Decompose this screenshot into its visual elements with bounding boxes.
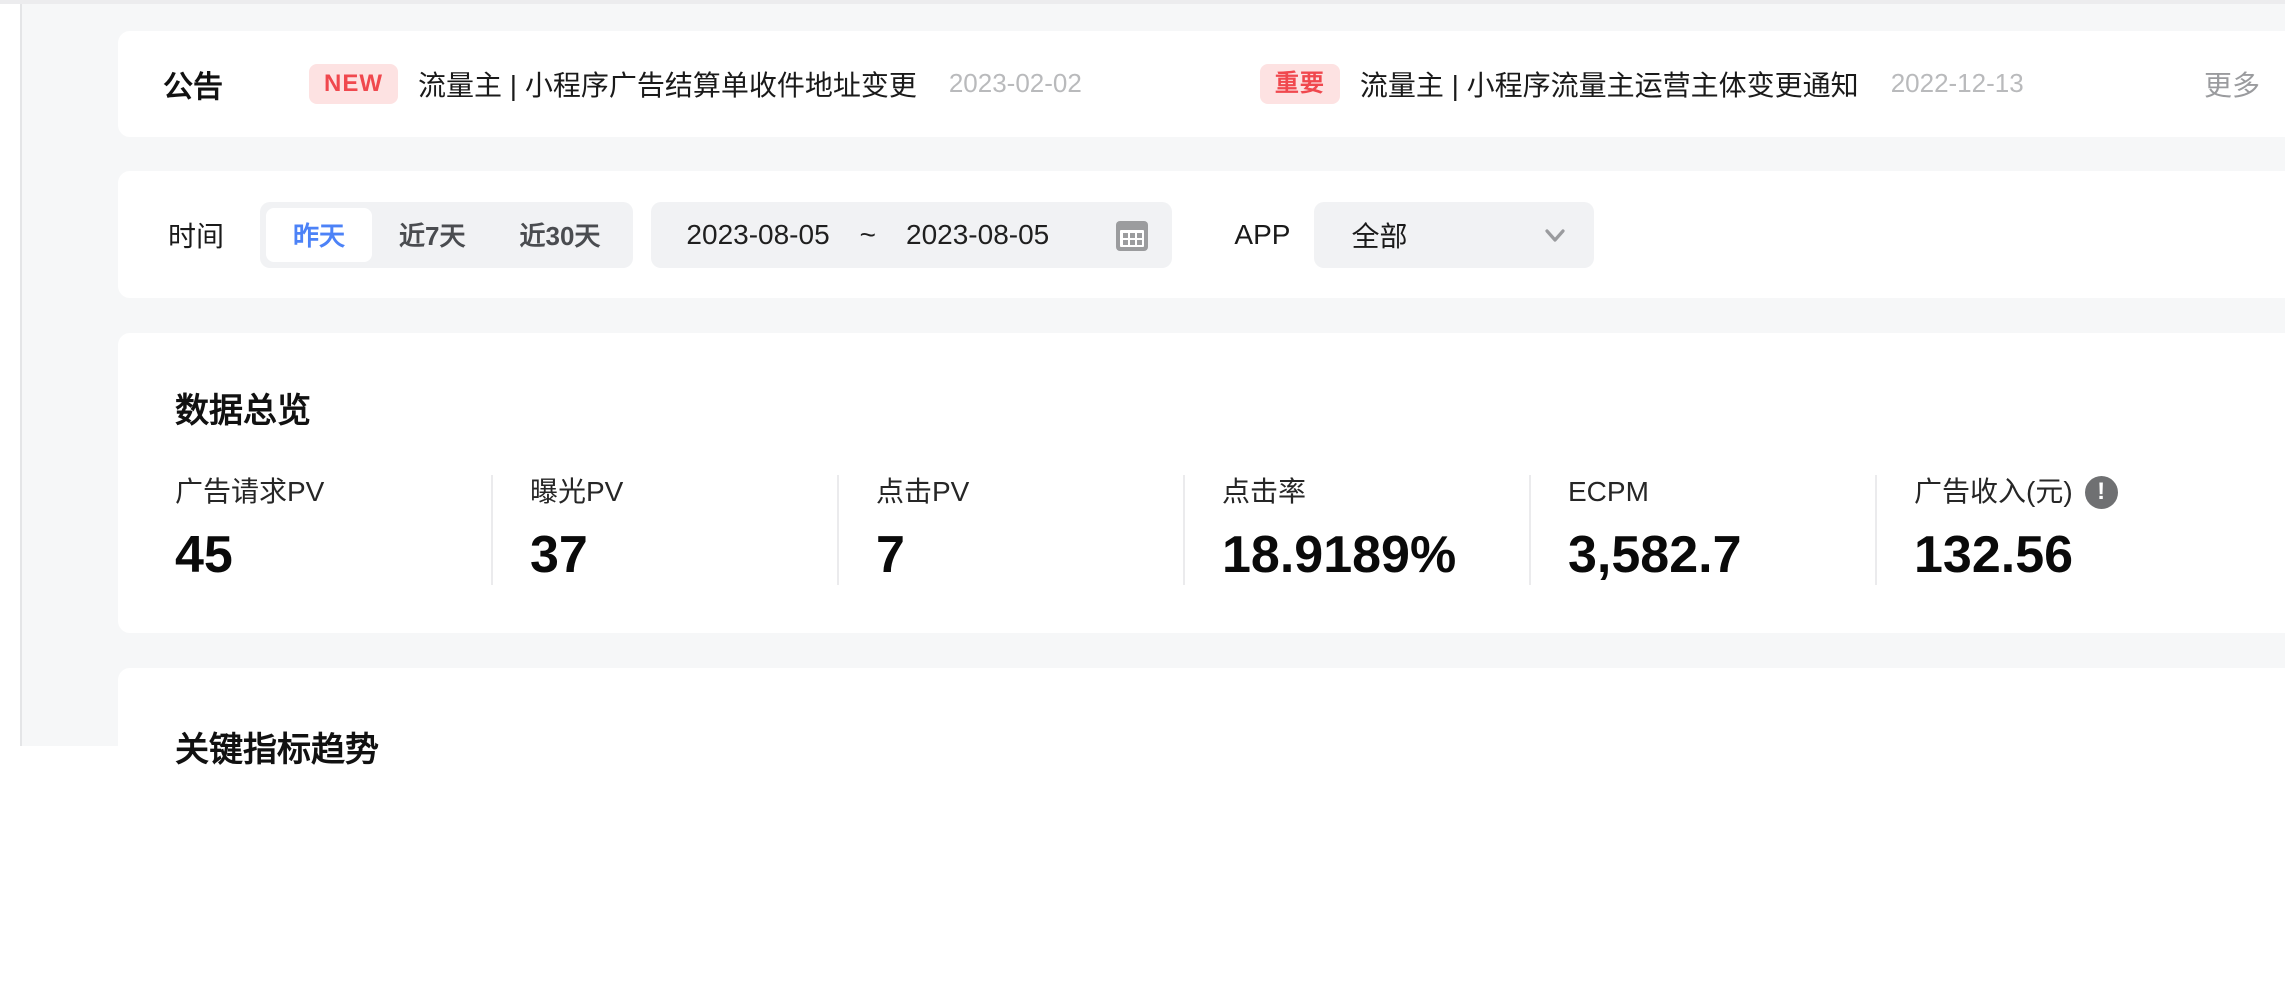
new-badge: NEW (309, 64, 398, 104)
announcement-item[interactable]: 重要 流量主 | 小程序流量主运营主体变更通知 2022-12-13 (1260, 64, 2024, 104)
important-badge: 重要 (1260, 64, 1340, 104)
metric-ad-revenue: 广告收入(元) ! 132.56 (1875, 475, 2118, 585)
metric-label: 广告收入(元) ! (1914, 475, 2118, 509)
announcement-date: 2022-12-13 (1891, 68, 2024, 99)
metric-ad-request-pv: 广告请求PV 45 (175, 475, 491, 585)
metric-label: 点击PV (876, 475, 1183, 509)
app-select-dropdown[interactable]: 全部 (1314, 202, 1594, 268)
time-filter-label: 时间 (168, 215, 224, 255)
metric-value: 18.9189% (1222, 525, 1529, 585)
date-start-value[interactable]: 2023-08-05 (686, 219, 829, 251)
app-filter-label: APP (1234, 219, 1290, 251)
metric-label: 曝光PV (530, 475, 837, 509)
top-divider (0, 0, 2285, 4)
metric-click-rate: 点击率 18.9189% (1183, 475, 1529, 585)
date-range-separator: ~ (860, 219, 876, 251)
more-announcements-link[interactable]: 更多 (2204, 64, 2260, 104)
overview-section-title: 数据总览 (175, 389, 2285, 433)
filter-bar: 时间 昨天 近7天 近30天 2023-08-05 ~ 2023-08-05 A… (118, 171, 2285, 298)
announcement-link[interactable]: 流量主 | 小程序广告结算单收件地址变更 (418, 64, 917, 104)
info-icon[interactable]: ! (2085, 476, 2118, 509)
range-7days-button[interactable]: 近7天 (372, 208, 492, 262)
metric-label: 点击率 (1222, 475, 1529, 509)
metric-label: ECPM (1568, 475, 1875, 509)
range-30days-button[interactable]: 近30天 (493, 208, 628, 262)
calendar-icon[interactable] (1114, 217, 1150, 253)
metric-value: 45 (175, 525, 491, 585)
metric-value: 7 (876, 525, 1183, 585)
app-select-value: 全部 (1351, 215, 1407, 255)
metric-click-pv: 点击PV 7 (837, 475, 1183, 585)
range-yesterday-button[interactable]: 昨天 (266, 208, 372, 262)
metrics-row: 广告请求PV 45 曝光PV 37 点击PV 7 点击率 18.9189% EC… (175, 475, 2285, 585)
metric-value: 3,582.7 (1568, 525, 1875, 585)
metric-ecpm: ECPM 3,582.7 (1529, 475, 1875, 585)
metric-value: 132.56 (1914, 525, 2118, 585)
date-range-picker[interactable]: 2023-08-05 ~ 2023-08-05 (651, 202, 1172, 268)
metric-value: 37 (530, 525, 837, 585)
trend-section-title: 关键指标趋势 (175, 728, 2285, 772)
time-range-group: 昨天 近7天 近30天 (260, 202, 633, 268)
announcement-title: 公告 (163, 62, 223, 106)
announcement-link[interactable]: 流量主 | 小程序流量主运营主体变更通知 (1360, 64, 1859, 104)
metric-impression-pv: 曝光PV 37 (491, 475, 837, 585)
data-overview-card: 数据总览 广告请求PV 45 曝光PV 37 点击PV 7 点击率 18.918… (118, 333, 2285, 633)
announcement-item[interactable]: NEW 流量主 | 小程序广告结算单收件地址变更 2023-02-02 (309, 64, 1082, 104)
date-end-value[interactable]: 2023-08-05 (906, 219, 1049, 251)
announcement-date: 2023-02-02 (949, 68, 1082, 99)
metric-label: 广告请求PV (175, 475, 491, 509)
trend-card: 关键指标趋势 (118, 668, 2285, 988)
metric-label-text: 广告收入(元) (1914, 475, 2073, 509)
chevron-down-icon (1540, 220, 1570, 250)
announcement-bar: 公告 NEW 流量主 | 小程序广告结算单收件地址变更 2023-02-02 重… (118, 31, 2285, 137)
